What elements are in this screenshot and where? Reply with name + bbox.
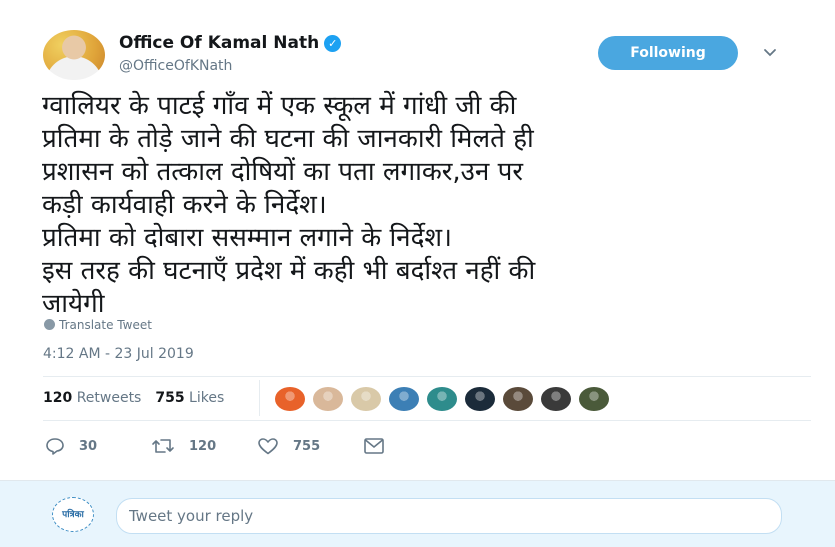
- liker-avatar[interactable]: [312, 386, 344, 412]
- liker-avatar[interactable]: [540, 386, 572, 412]
- liker-avatar[interactable]: [274, 386, 306, 412]
- divider: [259, 380, 260, 416]
- liker-avatar[interactable]: [464, 386, 496, 412]
- engagement-stats: 120 Retweets 755 Likes: [43, 390, 224, 406]
- like-action[interactable]: 755: [257, 434, 320, 458]
- likes-label: Likes: [189, 390, 225, 406]
- divider: [43, 376, 811, 377]
- following-button[interactable]: Following: [598, 36, 738, 70]
- likes-stat[interactable]: 755 Likes: [155, 390, 224, 406]
- reply-action[interactable]: 30: [45, 434, 97, 458]
- author-handle[interactable]: @OfficeOfKNath: [119, 58, 232, 74]
- liker-avatar[interactable]: [350, 386, 382, 412]
- retweet-icon: [152, 439, 174, 453]
- liker-avatar[interactable]: [388, 386, 420, 412]
- tweet-actions: 30 120 755: [45, 434, 445, 458]
- liker-avatar[interactable]: [578, 386, 610, 412]
- direct-message-action[interactable]: [363, 434, 399, 458]
- author-avatar[interactable]: [43, 30, 105, 80]
- likes-count: 755: [155, 390, 185, 406]
- reply-count: 30: [79, 438, 98, 454]
- author-name-text[interactable]: Office Of Kamal Nath: [119, 33, 319, 53]
- tweet-text: ग्वालियर के पाटई गाँव में एक स्कूल में ग…: [42, 91, 536, 319]
- liker-avatar[interactable]: [502, 386, 534, 412]
- retweets-count: 120: [43, 390, 73, 406]
- author-name[interactable]: Office Of Kamal Nath ✓: [119, 33, 342, 53]
- retweets-stat[interactable]: 120 Retweets: [43, 390, 141, 406]
- retweet-action[interactable]: 120: [151, 434, 216, 458]
- retweet-count: 120: [189, 438, 217, 454]
- envelope-icon: [364, 438, 384, 454]
- globe-icon: [44, 319, 55, 330]
- chevron-down-icon[interactable]: [762, 44, 782, 64]
- verified-badge-icon: ✓: [324, 35, 342, 52]
- divider: [43, 420, 811, 421]
- tweet-card: Office Of Kamal Nath ✓ @OfficeOfKNath Fol…: [0, 0, 835, 480]
- current-user-avatar[interactable]: पत्रिका: [52, 497, 94, 532]
- like-count: 755: [293, 438, 321, 454]
- reply-icon: [46, 438, 64, 455]
- liker-avatar[interactable]: [426, 386, 458, 412]
- reply-input[interactable]: [116, 498, 782, 534]
- translate-tweet-link[interactable]: Translate Tweet: [44, 318, 152, 332]
- translate-label[interactable]: Translate Tweet: [59, 318, 152, 332]
- heart-icon: [258, 438, 278, 455]
- retweets-label: Retweets: [76, 390, 142, 406]
- tweet-timestamp[interactable]: 4:12 AM - 23 Jul 2019: [43, 346, 194, 362]
